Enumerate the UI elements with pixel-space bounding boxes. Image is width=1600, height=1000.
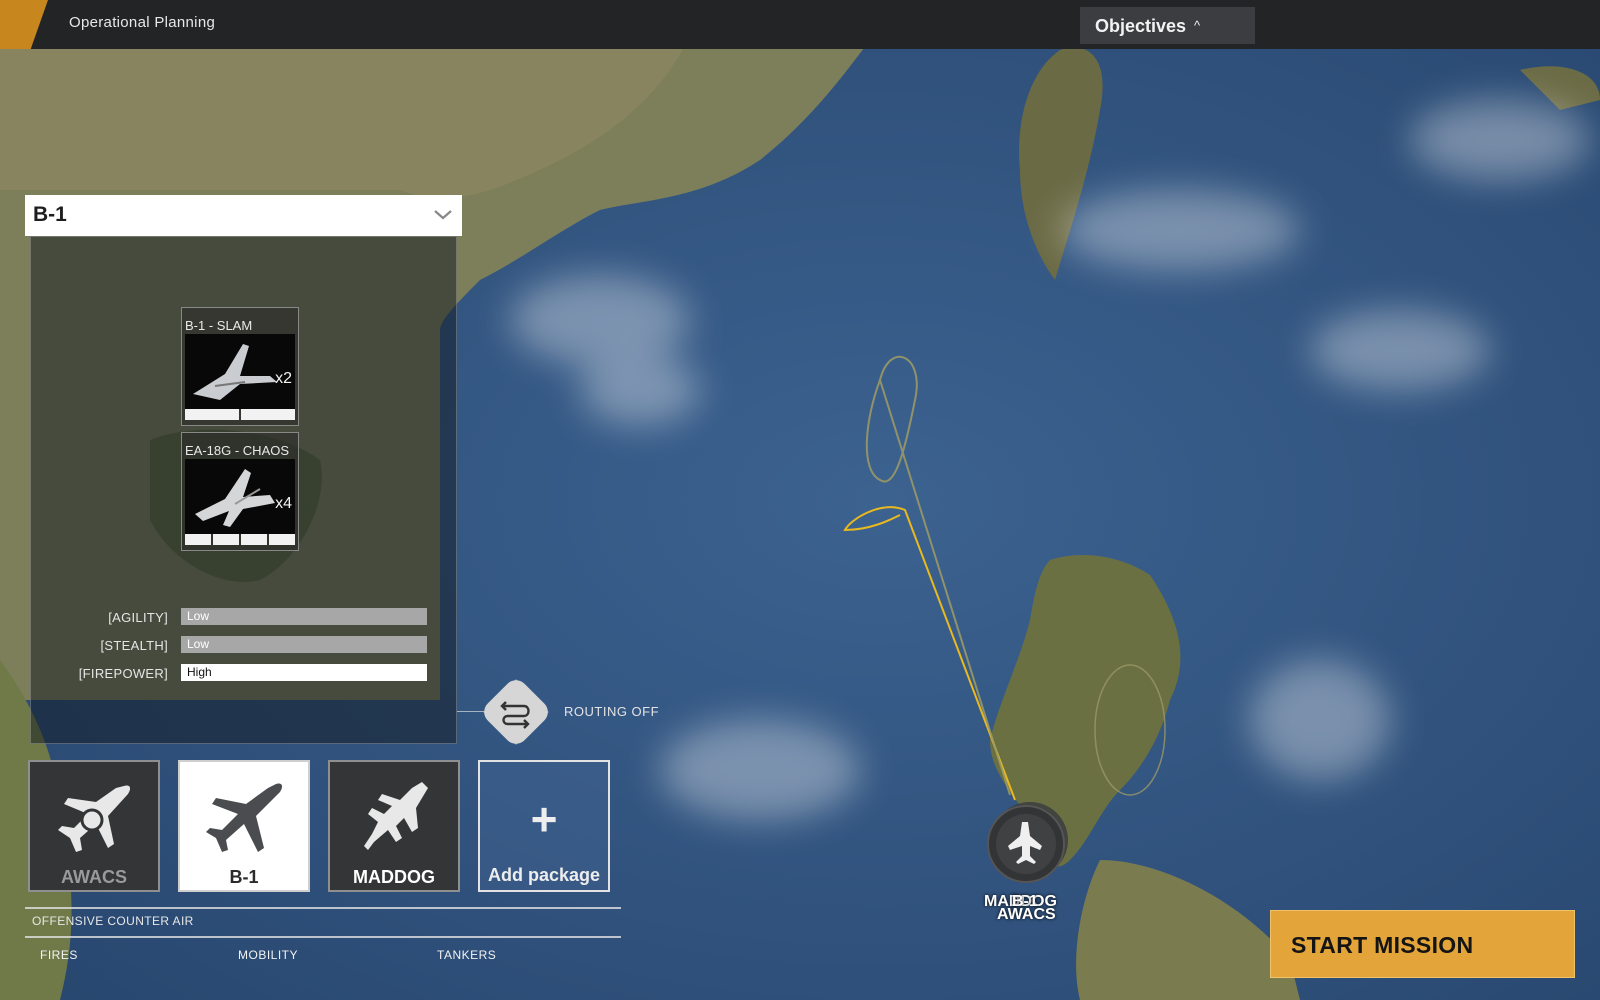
unit-count: x2 <box>275 370 292 387</box>
unit-slots <box>185 534 295 545</box>
route-icon[interactable] <box>482 678 550 746</box>
unit-card-b1-slam[interactable]: B-1 - SLAM x2 <box>181 307 299 426</box>
map-unit-marker[interactable] <box>982 800 1072 890</box>
package-panel-title: B-1 <box>33 203 67 226</box>
stat-bar-stealth: Low <box>181 636 427 653</box>
routing-connector <box>457 711 485 712</box>
stat-label-stealth: [STEALTH] <box>100 638 168 653</box>
stat-label-firepower: [FIREPOWER] <box>78 666 168 681</box>
start-mission-button[interactable]: START MISSION <box>1270 910 1575 978</box>
page-title: Operational Planning <box>69 14 216 31</box>
package-panel-header[interactable]: B-1 <box>25 195 462 236</box>
tab-tankers[interactable]: TANKERS <box>437 948 496 962</box>
add-package-button[interactable]: + Add package <box>478 760 610 892</box>
marker-label-awacs: AWACS <box>997 906 1056 923</box>
unit-slots <box>185 409 295 420</box>
category-label: OFFENSIVE COUNTER AIR <box>32 914 194 928</box>
top-bar: Operational Planning Objectives ^ <box>0 0 1600 49</box>
package-button-maddog[interactable]: MADDOG <box>328 760 460 892</box>
unit-count: x4 <box>275 495 292 512</box>
unit-name: B-1 - SLAM <box>185 318 253 333</box>
divider <box>25 936 621 938</box>
objectives-button[interactable]: Objectives ^ <box>1080 7 1255 44</box>
fighter-jet-icon <box>364 782 428 850</box>
routing-status: ROUTING OFF <box>564 704 660 719</box>
unit-card-ea18g-chaos[interactable]: EA-18G - CHAOS x4 <box>181 432 299 551</box>
stat-bar-firepower: High <box>181 664 427 681</box>
bomber-plane-icon <box>206 783 283 852</box>
package-button-b1[interactable]: B-1 <box>178 760 310 892</box>
stat-label-agility: [AGILITY] <box>108 610 168 625</box>
divider <box>25 907 621 909</box>
package-label: B-1 <box>229 867 259 887</box>
unit-name: EA-18G - CHAOS <box>185 443 290 458</box>
plus-icon: + <box>530 793 558 845</box>
add-package-label: Add package <box>487 865 601 885</box>
package-label: AWACS <box>60 867 127 887</box>
objectives-label: Objectives <box>1095 16 1187 36</box>
awacs-plane-icon <box>58 785 131 852</box>
accent-corner <box>0 0 48 49</box>
package-button-awacs[interactable]: AWACS <box>28 760 160 892</box>
chevron-up-icon: ^ <box>1194 18 1201 33</box>
tab-mobility[interactable]: MOBILITY <box>238 948 298 962</box>
chevron-down-icon[interactable] <box>432 206 454 222</box>
stat-bar-agility: Low <box>181 608 427 625</box>
tab-fires[interactable]: FIRES <box>40 948 78 962</box>
package-label: MADDOG <box>353 867 435 887</box>
